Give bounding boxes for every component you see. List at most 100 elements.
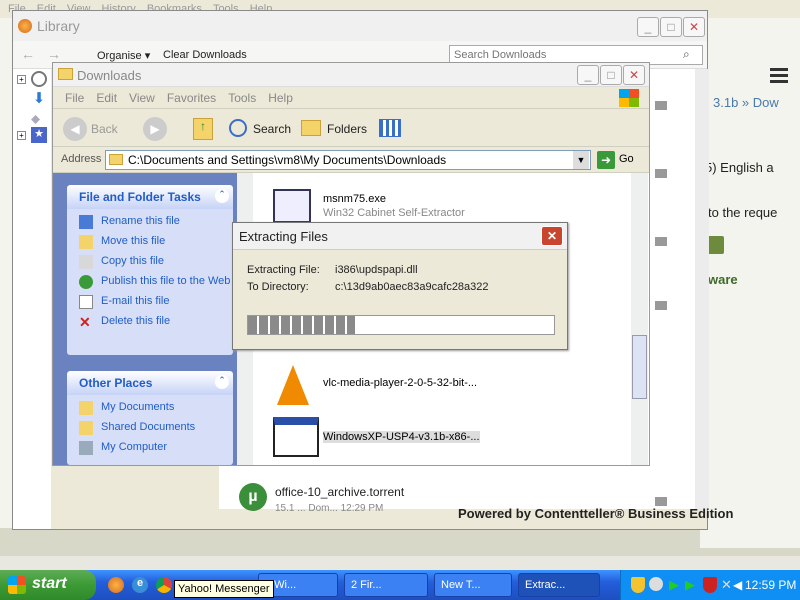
- tooltip: Yahoo! Messenger: [174, 580, 274, 598]
- taskbar-button-firefox[interactable]: 2 Fir...: [344, 573, 428, 597]
- back-arrow-icon[interactable]: ←: [21, 46, 35, 62]
- chrome-icon[interactable]: [156, 577, 172, 593]
- explorer-titlebar[interactable]: Downloads _ □ ✕: [53, 63, 649, 87]
- address-value: C:\Documents and Settings\vm8\My Documen…: [128, 153, 447, 167]
- address-label: Address: [61, 153, 102, 165]
- menu-tools[interactable]: Tools: [228, 91, 256, 105]
- file-name: msnm75.exe: [323, 193, 386, 205]
- bookmarks-icon[interactable]: ★: [31, 127, 47, 143]
- folders-button[interactable]: Folders: [327, 122, 367, 136]
- go-button[interactable]: Go: [619, 153, 634, 165]
- menu-file[interactable]: File: [65, 91, 84, 105]
- back-icon[interactable]: ◀: [63, 117, 87, 141]
- library-scrollbar[interactable]: [695, 69, 709, 509]
- task-label: Rename this file: [101, 215, 180, 227]
- forward-arrow-icon[interactable]: →: [47, 46, 61, 62]
- windows-logo-icon: [619, 89, 639, 107]
- file-item[interactable]: msnm75.exe Win32 Cabinet Self-Extractor: [273, 189, 573, 225]
- folder-icon[interactable]: [655, 101, 667, 110]
- tools-icon[interactable]: ✕: [721, 577, 732, 593]
- task-label: Publish this file to the Web: [101, 275, 231, 287]
- progress-fill: [248, 316, 356, 334]
- task-move[interactable]: Move this file: [79, 235, 233, 249]
- up-folder-icon[interactable]: ↑: [193, 118, 213, 140]
- menu-edit[interactable]: Edit: [96, 91, 117, 105]
- folder-icon[interactable]: [655, 237, 667, 246]
- place-my-documents[interactable]: My Documents: [79, 401, 233, 415]
- search-button[interactable]: Search: [253, 122, 291, 136]
- views-icon[interactable]: [379, 119, 401, 137]
- file-item-selected[interactable]: WindowsXP-USP4-v3.1b-x86-...: [273, 417, 573, 461]
- close-button[interactable]: ✕: [623, 65, 645, 85]
- file-list-scrollbar[interactable]: [631, 173, 648, 465]
- folder-icon[interactable]: [655, 301, 667, 310]
- page-heading: ware: [708, 272, 738, 287]
- forward-icon[interactable]: ▶: [143, 117, 167, 141]
- play-icon[interactable]: ▶: [669, 577, 679, 593]
- place-shared-documents[interactable]: Shared Documents: [79, 421, 233, 435]
- folders-icon[interactable]: [301, 120, 321, 136]
- page-breadcrumb[interactable]: 3.1b » Dow: [713, 95, 779, 110]
- place-label: Shared Documents: [101, 421, 196, 433]
- clear-downloads-button[interactable]: Clear Downloads: [163, 49, 247, 61]
- expand-icon[interactable]: +: [17, 75, 26, 84]
- messenger-icon[interactable]: [649, 577, 663, 591]
- security-icon[interactable]: [703, 577, 717, 593]
- other-places-panel: Other Places My Documents Shared Documen…: [67, 371, 233, 465]
- file-item[interactable]: vlc-media-player-2-0-5-32-bit-...: [273, 365, 573, 409]
- task-publish[interactable]: Publish this file to the Web: [79, 275, 233, 289]
- download-item-name[interactable]: office-10_archive.torrent: [275, 485, 404, 499]
- hamburger-menu-icon[interactable]: [770, 68, 788, 84]
- minimize-button[interactable]: _: [637, 17, 659, 37]
- minimize-button[interactable]: _: [577, 65, 599, 85]
- search-icon[interactable]: ⌕: [683, 47, 690, 62]
- ie-icon[interactable]: e: [132, 577, 148, 593]
- close-button[interactable]: ✕: [541, 226, 563, 246]
- menu-help[interactable]: Help: [268, 91, 293, 105]
- collapse-icon[interactable]: ⌃: [215, 189, 229, 203]
- search-icon[interactable]: [229, 119, 247, 137]
- place-my-computer[interactable]: My Computer: [79, 441, 233, 455]
- expand-icon[interactable]: +: [17, 131, 26, 140]
- taskbar-button-extracting[interactable]: Extrac...: [518, 573, 600, 597]
- folder-icon[interactable]: [655, 169, 667, 178]
- chevron-down-icon[interactable]: ▼: [573, 151, 589, 169]
- back-button[interactable]: Back: [91, 122, 118, 136]
- tags-icon[interactable]: ⬥: [31, 111, 47, 126]
- maximize-button[interactable]: □: [600, 65, 622, 85]
- panel-header[interactable]: Other Places: [67, 371, 233, 395]
- task-copy[interactable]: Copy this file: [79, 255, 233, 269]
- volume-icon[interactable]: ◀: [733, 578, 742, 592]
- panel-header[interactable]: File and Folder Tasks: [67, 185, 233, 209]
- system-tray: ▶ ▶ ✕ ◀ 12:59 PM: [620, 570, 800, 600]
- task-rename[interactable]: Rename this file: [79, 215, 233, 229]
- taskbar-button-chrome[interactable]: New T...: [434, 573, 512, 597]
- explorer-menubar: File Edit View Favorites Tools Help: [53, 87, 649, 109]
- task-email[interactable]: E-mail this file: [79, 295, 233, 309]
- task-delete[interactable]: ✕ Delete this file: [79, 315, 233, 329]
- address-bar: Address C:\Documents and Settings\vm8\My…: [53, 147, 649, 173]
- history-icon[interactable]: [31, 71, 47, 87]
- network-icon[interactable]: ▶: [685, 577, 695, 593]
- collapse-icon[interactable]: ⌃: [215, 375, 229, 389]
- menu-view[interactable]: View: [129, 91, 155, 105]
- shield-icon[interactable]: [631, 577, 645, 593]
- clock[interactable]: 12:59 PM: [745, 578, 796, 592]
- menu-favorites[interactable]: Favorites: [167, 91, 216, 105]
- library-titlebar[interactable]: Library _ □ ✕: [13, 11, 707, 41]
- organise-button[interactable]: Organise ▾: [97, 49, 150, 62]
- go-arrow-icon[interactable]: ➜: [597, 151, 615, 169]
- folder-icon[interactable]: [655, 497, 667, 506]
- address-input[interactable]: C:\Documents and Settings\vm8\My Documen…: [105, 150, 591, 170]
- firefox-icon[interactable]: [108, 577, 124, 593]
- scroll-thumb[interactable]: [632, 335, 647, 399]
- file-folder-tasks-panel: File and Folder Tasks Rename this file M…: [67, 185, 233, 355]
- folder-icon: [58, 68, 73, 80]
- close-button[interactable]: ✕: [683, 17, 705, 37]
- dialog-titlebar[interactable]: Extracting Files: [233, 223, 567, 249]
- maximize-button[interactable]: □: [660, 17, 682, 37]
- place-label: My Computer: [101, 441, 168, 453]
- downloads-icon[interactable]: ⬇: [31, 91, 47, 107]
- firefox-icon: [18, 19, 32, 33]
- download-item-status: 15.1 ... Dom... 12:29 PM: [275, 503, 384, 514]
